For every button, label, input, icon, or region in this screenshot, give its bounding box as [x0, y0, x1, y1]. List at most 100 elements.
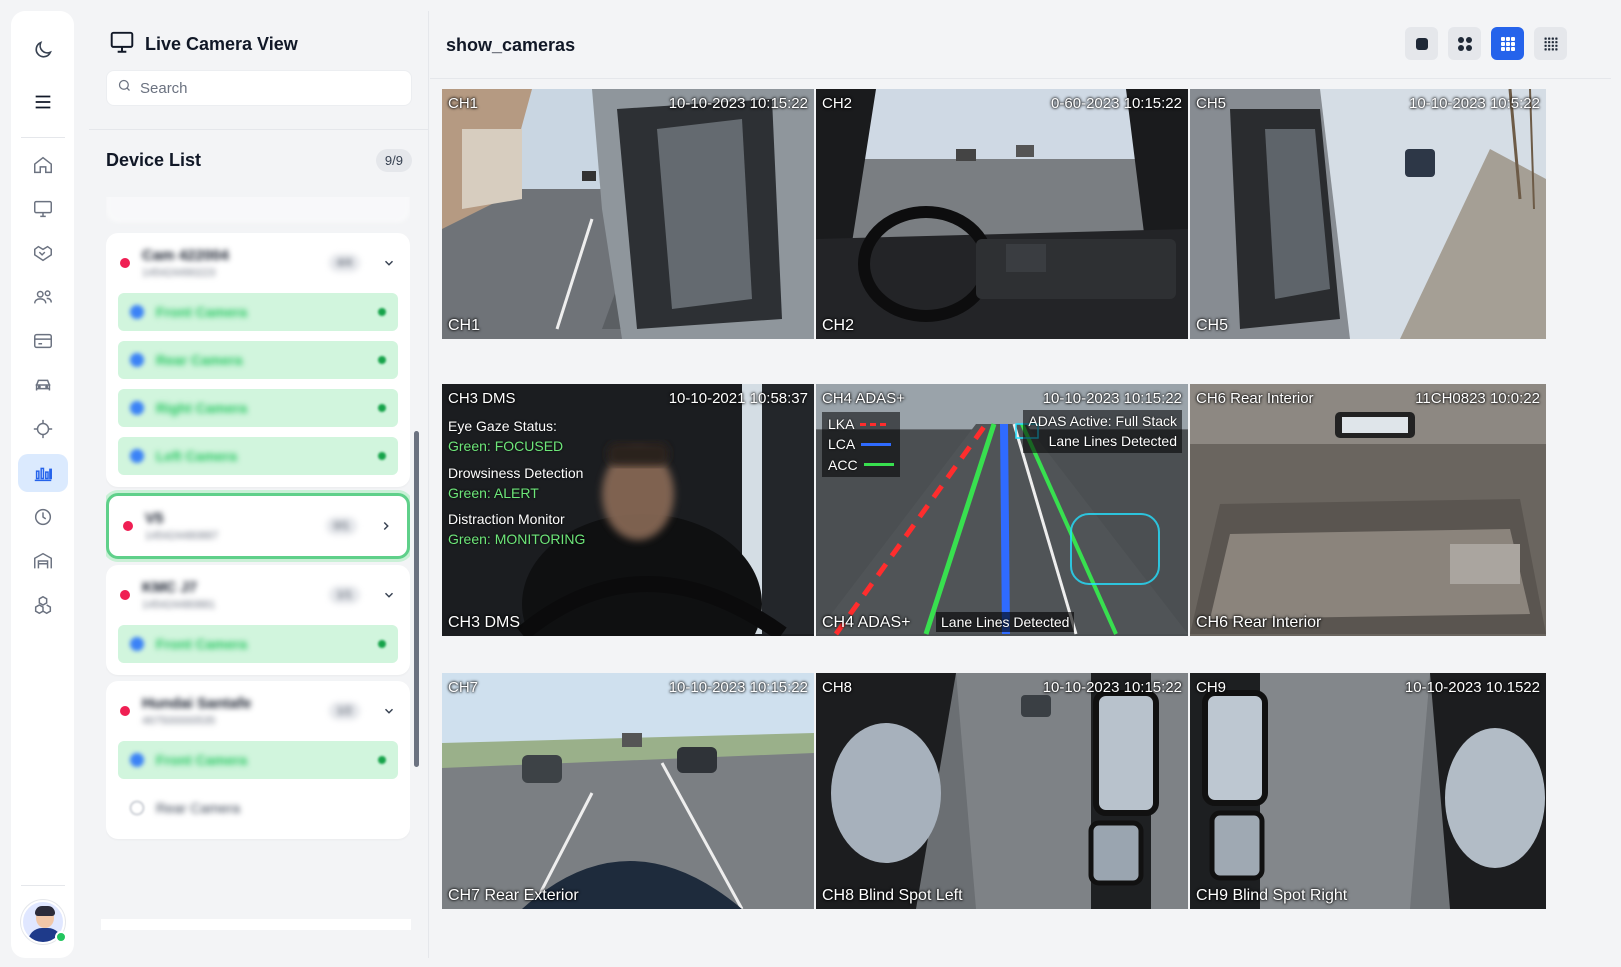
camera-select-radio[interactable] [130, 637, 144, 651]
grid-3x3-button[interactable] [1491, 27, 1524, 60]
camera-label: Front Camera [156, 636, 248, 652]
camera-name-label: CH8 Blind Spot Left [822, 887, 963, 904]
device-name: Hundai Santafe [142, 695, 252, 712]
menu-icon[interactable] [24, 83, 62, 121]
camera-item[interactable]: Front Camera [118, 293, 398, 331]
panel-title: Live Camera View [109, 29, 298, 60]
dms-status-overlay: Eye Gaze Status: Green: FOCUSED Drowsiness… [448, 416, 585, 550]
camera-tile[interactable]: CH4 ADAS+ 10-10-2023 10:15:22 CH4 ADAS+ … [816, 384, 1188, 636]
device-row[interactable]: Cam 422004 145424490223 4/4 [106, 233, 410, 293]
camera-tile[interactable]: CH9 10-10-2023 10.1522 CH9 Blind Spot Ri… [1190, 673, 1546, 909]
search-input[interactable] [140, 79, 400, 97]
device-card[interactable]: V5 145424480887 0/1 [106, 493, 410, 559]
camera-select-radio[interactable] [130, 401, 144, 415]
device-row[interactable]: KMC J7 145424480881 1/1 [106, 565, 410, 625]
adas-legend: LKA LCA ACC [822, 412, 900, 477]
camera-select-radio[interactable] [130, 353, 144, 367]
chart-icon[interactable] [17, 454, 68, 492]
device-card[interactable]: Hundai Santafe 467500000535 1/2 Front Ca… [106, 681, 410, 839]
cubes-icon[interactable] [24, 586, 62, 624]
single-layout-button[interactable] [1405, 27, 1438, 60]
camera-name-label: CH6 Rear Interior [1196, 614, 1322, 631]
main-header: show_cameras [430, 11, 1611, 79]
camera-tile[interactable]: CH2 0-60-2023 10:15:22 CH2 [816, 89, 1188, 339]
camera-select-radio[interactable] [130, 305, 144, 319]
dms-status-line: Green: MONITORING [448, 531, 586, 548]
garage-icon[interactable] [24, 542, 62, 580]
single-layout-icon [1415, 37, 1428, 50]
camera-item[interactable]: Front Camera [118, 625, 398, 663]
camera-feed-image [816, 673, 1188, 909]
camera-name-label: CH5 [1196, 317, 1229, 334]
camera-select-radio[interactable] [130, 753, 144, 767]
card-icon[interactable] [24, 322, 62, 360]
device-card[interactable]: KMC J7 145424480881 1/1 Front Camera [106, 565, 410, 675]
camera-feed-image [816, 89, 1188, 339]
camera-select-radio[interactable] [130, 449, 144, 463]
camera-item[interactable]: Right Camera [118, 389, 398, 427]
chevron-down-icon[interactable] [382, 704, 396, 718]
clock-icon[interactable] [24, 498, 62, 536]
monitor-icon [109, 29, 135, 60]
car-icon[interactable] [24, 366, 62, 404]
channel-label: CH7 [448, 679, 479, 696]
crosshair-icon[interactable] [24, 410, 62, 448]
device-id: 467500000535 [142, 715, 216, 727]
home-icon[interactable] [24, 146, 62, 184]
camera-tile[interactable]: CH8 10-10-2023 10:15:22 CH8 Blind Spot L… [816, 673, 1188, 909]
moon-icon[interactable] [24, 31, 62, 69]
users-icon[interactable] [24, 278, 62, 316]
camera-feed-image [1190, 384, 1546, 636]
channel-label: CH1 [448, 95, 479, 112]
camera-item[interactable]: Left Camera [118, 437, 398, 475]
panel-title-text: Live Camera View [145, 34, 298, 54]
device-list-title: Device List [106, 150, 202, 170]
channel-label: CH2 [822, 95, 853, 112]
handshake-icon[interactable] [24, 234, 62, 272]
camera-item[interactable]: Rear Camera [118, 789, 398, 827]
device-name: V5 [145, 510, 164, 527]
camera-timestamp: 10-10-2023 10:15:22 [1042, 679, 1182, 696]
chevron-down-icon[interactable] [382, 256, 396, 270]
camera-live-dot [378, 452, 386, 460]
camera-name-label: CH1 [448, 317, 481, 334]
channel-label: CH4 ADAS+ [822, 390, 905, 407]
search-icon [117, 78, 132, 98]
camera-select-radio[interactable] [130, 801, 144, 815]
camera-item[interactable]: Rear Camera [118, 341, 398, 379]
camera-item[interactable]: Front Camera [118, 741, 398, 779]
camera-feed-image [442, 89, 814, 339]
device-row[interactable]: V5 145424480887 0/1 [109, 496, 407, 556]
camera-timestamp: 0-60-2023 10:15:22 [1051, 95, 1182, 112]
monitor-icon[interactable] [24, 190, 62, 228]
online-status-dot [54, 931, 67, 943]
user-avatar-button[interactable] [20, 900, 67, 944]
device-card-partial[interactable] [106, 197, 410, 223]
dms-status-line: Green: ALERT [448, 484, 539, 501]
chevron-right-icon[interactable] [379, 519, 393, 533]
device-row[interactable]: Hundai Santafe 467500000535 1/2 [106, 681, 410, 741]
device-id: 145424480887 [145, 530, 219, 542]
camera-timestamp: 10-10-2021 10:58:37 [668, 390, 808, 407]
camera-tile[interactable]: CH1 10-10-2023 10:15:22 CH1 [442, 89, 814, 339]
chevron-down-icon[interactable] [382, 588, 396, 602]
camera-tile[interactable]: CH7 10-10-2023 10:15:22 CH7 Rear Exterio… [442, 673, 814, 909]
device-list[interactable]: Cam 422004 145424490223 4/4 Front Camera… [106, 197, 410, 919]
device-status-dot [123, 521, 133, 531]
channel-label: CH8 [822, 679, 853, 696]
device-list-scrollbar[interactable] [414, 431, 419, 767]
camera-tile[interactable]: CH3 DMS 10-10-2021 10:58:37 CH3 DMS Eye G… [442, 384, 814, 636]
device-card[interactable]: Cam 422004 145424490223 4/4 Front Camera… [106, 233, 410, 487]
lane-detection-badge: Lane Lines Detected [936, 611, 1075, 632]
grid-2x2-button[interactable] [1448, 27, 1481, 60]
device-name: Cam 422004 [142, 247, 229, 264]
camera-timestamp: 10-10-2023 10:5:22 [1409, 95, 1540, 112]
grid-2x2-icon [1457, 36, 1472, 51]
adas-legend-item: LKA [828, 414, 894, 434]
camera-tile[interactable]: CH5 10-10-2023 10:5:22 CH5 [1190, 89, 1546, 339]
camera-timestamp: 10-10-2023 10:15:22 [1042, 390, 1182, 407]
camera-name-label: CH4 ADAS+ [822, 614, 911, 631]
camera-tile[interactable]: CH6 Rear Interior 11CH0823 10:0:22 CH6 R… [1190, 384, 1546, 636]
device-panel: Live Camera View Device List 9/9 Cam 422… [89, 11, 429, 958]
grid-4x4-button[interactable] [1534, 27, 1567, 60]
